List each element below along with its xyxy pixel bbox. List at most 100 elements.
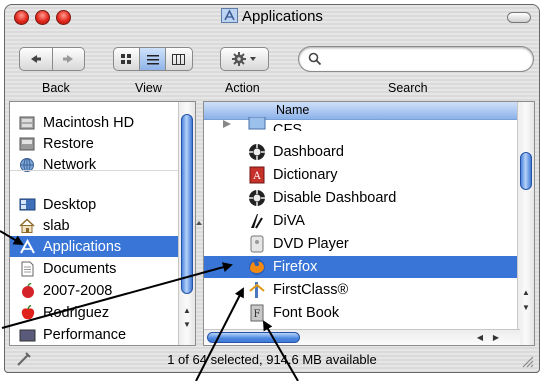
applications-icon <box>20 238 35 253</box>
list-item-label: FirstClass® <box>273 282 349 298</box>
list-item[interactable]: FirstClass® <box>204 279 520 301</box>
scroll-right-arrow-icon[interactable]: ▶ <box>488 330 504 345</box>
splitter-handle-icon <box>196 221 202 225</box>
file-list: Name CFS Dashboard A Dictionary Disable … <box>203 101 535 346</box>
title-bar[interactable]: Applications <box>5 5 539 29</box>
screenshot: Applications Back View Action Search Mac… <box>0 0 540 381</box>
firefox-icon <box>249 259 265 275</box>
folder-icon <box>248 117 266 130</box>
folder-apple-icon <box>22 282 34 298</box>
sidebar-scroll-thumb[interactable] <box>181 114 193 294</box>
list-item[interactable]: DVD Player <box>204 233 520 255</box>
sidebar-item-label: Rodriguez <box>43 304 110 321</box>
list-item-label: DVD Player <box>273 236 349 252</box>
list-item-label: Font Book <box>273 305 340 321</box>
column-view-icon <box>172 53 186 65</box>
forward-arrow-icon <box>63 55 74 63</box>
list-horizontal-scroll-thumb[interactable] <box>207 332 300 343</box>
firstclass-icon <box>249 282 265 298</box>
list-item[interactable]: F Font Book <box>204 302 520 324</box>
sidebar-scroll-down-arrow-icon[interactable]: ▼ <box>179 317 195 332</box>
column-view-button[interactable] <box>166 48 192 70</box>
sidebar-item-performance[interactable]: Performance <box>10 324 178 345</box>
svg-text:A: A <box>252 171 261 182</box>
icon-view-button[interactable] <box>114 48 141 70</box>
window-title: Applications <box>242 8 323 25</box>
dashboard-icon <box>249 190 265 206</box>
sidebar-item-label: slab <box>43 217 70 234</box>
dashboard-icon <box>249 144 265 160</box>
toolbar-toggle-button[interactable] <box>507 12 531 23</box>
sidebar-item-rodriguez[interactable]: Rodriguez <box>10 302 178 323</box>
list-item[interactable]: Disable Dashboard <box>204 187 520 209</box>
sidebar-item-network[interactable]: Network <box>10 154 178 175</box>
list-item-partial[interactable]: CFS <box>204 117 520 131</box>
list-item-label: Firefox <box>273 259 318 275</box>
document-icon <box>21 261 34 276</box>
list-item[interactable]: A Dictionary <box>204 164 520 186</box>
scroll-left-arrow-icon[interactable]: ◀ <box>472 330 488 345</box>
sidebar: Macintosh HD Restore Network Desktop sla… <box>9 101 196 346</box>
search-field[interactable] <box>298 46 534 72</box>
action-label: Action <box>225 81 260 95</box>
status-text: 1 of 64 selected, 914.6 MB available <box>167 351 377 367</box>
sidebar-item-desktop[interactable]: Desktop <box>10 194 178 215</box>
folder-icon <box>19 329 36 341</box>
finder-window: Applications Back View Action Search Mac… <box>4 4 540 373</box>
disk-icon <box>19 137 35 150</box>
dvd-player-icon <box>250 235 264 253</box>
diva-icon <box>251 214 263 229</box>
list-item[interactable]: DiVA <box>204 210 520 232</box>
list-view-button[interactable] <box>140 48 166 70</box>
list-scroll-down-arrow-icon[interactable]: ▼ <box>518 300 534 315</box>
sidebar-item-documents[interactable]: Documents <box>10 258 178 279</box>
sidebar-scrollbar[interactable]: ▲ ▼ <box>178 102 195 345</box>
back-forward-control <box>19 47 85 71</box>
back-arrow-icon <box>30 55 41 63</box>
home-icon <box>19 217 35 233</box>
icon-view-icon <box>121 53 132 64</box>
dictionary-icon: A <box>249 166 265 184</box>
list-item-label: Dictionary <box>273 167 338 183</box>
resize-grip-icon[interactable] <box>520 354 534 368</box>
list-item-label: Dashboard <box>273 144 344 160</box>
forward-button[interactable] <box>53 48 85 70</box>
sidebar-item-label: Macintosh HD <box>43 114 135 131</box>
sidebar-scroll-up-arrow-icon[interactable]: ▲ <box>179 303 195 318</box>
pane-splitter[interactable] <box>195 101 203 346</box>
list-scroll-up-arrow-icon[interactable]: ▲ <box>518 285 534 300</box>
pencil-icon <box>17 352 31 366</box>
sidebar-item-slab[interactable]: slab <box>10 215 178 236</box>
back-label: Back <box>42 81 70 95</box>
sidebar-item-applications[interactable]: Applications <box>10 236 178 257</box>
list-scroll-thumb[interactable] <box>520 152 532 190</box>
view-label: View <box>135 81 162 95</box>
list-view-icon <box>146 54 159 64</box>
sidebar-item-2007-2008[interactable]: 2007-2008 <box>10 280 178 301</box>
search-label: Search <box>388 81 428 95</box>
list-horizontal-scrollbar[interactable]: ◀ ▶ <box>204 329 520 345</box>
column-header-label: Name <box>276 103 310 117</box>
sidebar-divider <box>10 170 178 171</box>
sidebar-item-label: 2007-2008 <box>43 282 113 299</box>
list-item[interactable]: Dashboard <box>204 141 520 163</box>
action-menu-button[interactable] <box>220 47 269 71</box>
sidebar-item-macintosh-hd[interactable]: Macintosh HD <box>10 112 178 133</box>
toolbar: Back View Action Search <box>5 29 539 95</box>
list-item-selected[interactable]: Firefox <box>204 256 520 278</box>
desktop-icon <box>19 198 36 210</box>
back-button[interactable] <box>20 48 53 70</box>
font-book-icon: F <box>250 304 264 322</box>
view-mode-control <box>113 47 193 71</box>
sidebar-item-label: Desktop <box>43 196 97 213</box>
search-icon <box>308 52 322 66</box>
sidebar-item-restore[interactable]: Restore <box>10 133 178 154</box>
list-scrollbar[interactable]: ▲ ▼ <box>517 102 534 345</box>
apple-icon <box>21 304 35 319</box>
svg-text:F: F <box>254 309 261 320</box>
list-item-label: DiVA <box>273 213 305 229</box>
sidebar-item-label: Restore <box>43 135 94 152</box>
hard-drive-icon <box>19 116 35 129</box>
sidebar-item-label: Performance <box>43 326 127 343</box>
list-item-label: Disable Dashboard <box>273 190 397 206</box>
